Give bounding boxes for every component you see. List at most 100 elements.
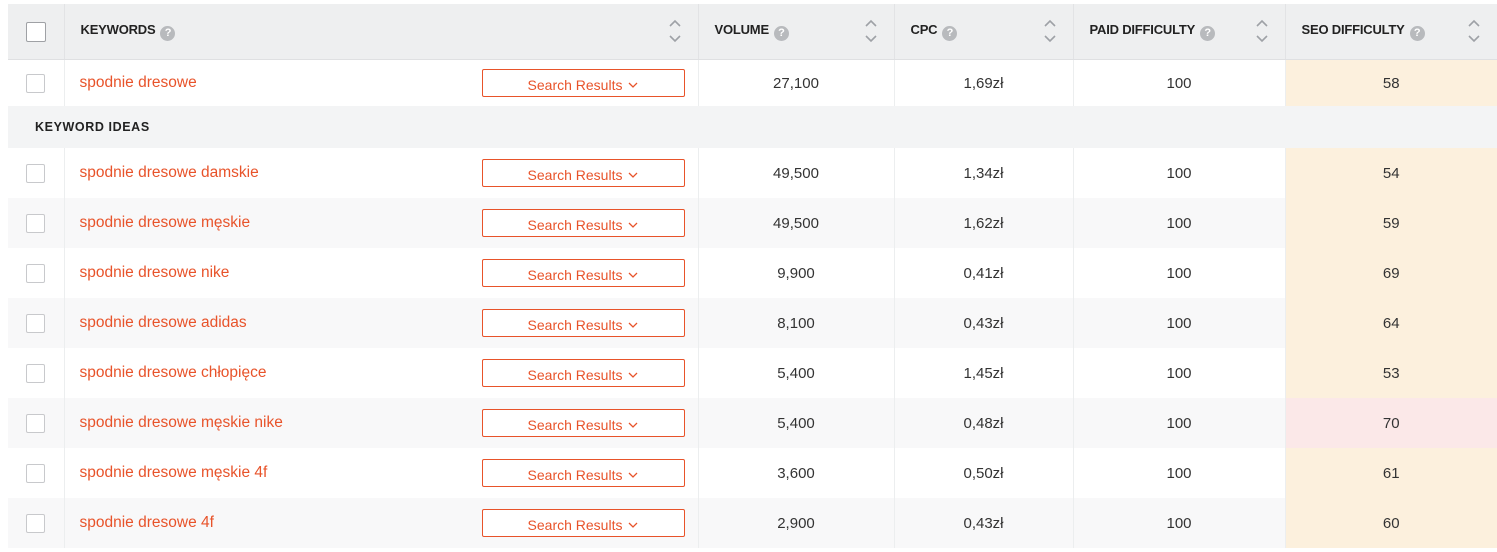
paid-difficulty-cell: 100 [1073, 298, 1286, 348]
volume-cell: 49,500 [698, 198, 895, 248]
column-header-keywords[interactable]: KEYWORDS? [64, 4, 699, 60]
keyword-cell: spodnie dresowe męskie 4f Search Results [64, 448, 699, 498]
keyword-link[interactable]: spodnie dresowe damskie [80, 164, 259, 182]
row-checkbox[interactable] [26, 463, 46, 483]
table-row: spodnie dresowe nike Search Results 9,900 0… [8, 248, 1497, 298]
row-checkbox-cell [8, 498, 65, 548]
keyword-link[interactable]: spodnie dresowe [80, 74, 197, 92]
paid-difficulty-cell: 100 [1073, 248, 1286, 298]
paid-difficulty-cell: 100 [1073, 148, 1286, 198]
search-results-button[interactable]: Search Results [481, 459, 685, 487]
paid-difficulty-cell: 100 [1073, 59, 1286, 106]
keyword-link[interactable]: spodnie dresowe męskie 4f [80, 464, 268, 482]
keyword-link[interactable]: spodnie dresowe chłopięce [80, 364, 267, 382]
select-all-checkbox[interactable] [25, 21, 46, 42]
keyword-cell: spodnie dresowe nike Search Results [64, 248, 699, 298]
search-results-label: Search Results [527, 467, 623, 483]
help-icon[interactable]: ? [1200, 26, 1216, 41]
keyword-link[interactable]: spodnie dresowe męskie nike [80, 414, 283, 432]
row-checkbox-cell [8, 398, 65, 448]
section-title: KEYWORD IDEAS [35, 120, 150, 134]
seo-difficulty-cell: 54 [1285, 148, 1497, 198]
keyword-table-container: KEYWORDS? VOLUME? CPC? PAID DIFFICULTY? … [8, 4, 1497, 548]
search-results-label: Search Results [527, 317, 623, 333]
row-checkbox[interactable] [26, 513, 46, 533]
column-label-keywords: KEYWORDS [80, 22, 156, 37]
sort-icon[interactable] [668, 18, 682, 44]
row-checkbox[interactable] [26, 413, 46, 433]
column-header-volume[interactable]: VOLUME? [698, 4, 895, 60]
volume-cell: 9,900 [698, 248, 895, 298]
search-results-button[interactable]: Search Results [481, 309, 685, 337]
keyword-cell: spodnie dresowe damskie Search Results [64, 148, 699, 198]
keyword-cell: spodnie dresowe męskie nike Search Result… [64, 398, 699, 448]
section-header: KEYWORD IDEAS [8, 106, 1497, 148]
keyword-link[interactable]: spodnie dresowe męskie [80, 214, 251, 232]
chevron-down-icon [628, 70, 638, 96]
help-icon[interactable]: ? [160, 26, 176, 41]
row-checkbox-cell [8, 148, 65, 198]
sort-icon[interactable] [864, 18, 878, 44]
row-checkbox[interactable] [26, 163, 46, 183]
sort-icon[interactable] [1467, 18, 1481, 44]
search-results-button[interactable]: Search Results [481, 69, 685, 97]
cpc-cell: 0,50zł [894, 448, 1074, 498]
cpc-cell: 1,62zł [894, 198, 1074, 248]
volume-cell: 3,600 [698, 448, 895, 498]
seo-difficulty-cell: 69 [1285, 248, 1497, 298]
cpc-cell: 1,69zł [894, 59, 1074, 106]
sort-icon[interactable] [1255, 18, 1269, 44]
keyword-cell: spodnie dresowe Search Results [64, 59, 699, 106]
chevron-down-icon [628, 360, 638, 386]
seo-difficulty-cell: 53 [1285, 348, 1497, 398]
keyword-link[interactable]: spodnie dresowe 4f [80, 514, 214, 532]
row-checkbox[interactable] [26, 313, 46, 333]
keyword-cell: spodnie dresowe chłopięce Search Results [64, 348, 699, 398]
seo-difficulty-cell: 70 [1285, 398, 1497, 448]
column-label-volume: VOLUME [714, 22, 770, 37]
table-row: spodnie dresowe męskie Search Results 49,5… [8, 198, 1497, 248]
row-checkbox[interactable] [26, 363, 46, 383]
help-icon[interactable]: ? [1409, 26, 1425, 41]
keyword-link[interactable]: spodnie dresowe adidas [80, 314, 247, 332]
seo-difficulty-cell: 60 [1285, 498, 1497, 548]
paid-difficulty-cell: 100 [1073, 448, 1286, 498]
paid-difficulty-cell: 100 [1073, 198, 1286, 248]
search-results-button[interactable]: Search Results [481, 159, 685, 187]
table-header-row: KEYWORDS? VOLUME? CPC? PAID DIFFICULTY? … [8, 4, 1497, 60]
search-results-button[interactable]: Search Results [481, 359, 685, 387]
row-checkbox-cell [8, 448, 65, 498]
row-checkbox[interactable] [26, 213, 46, 233]
seo-difficulty-cell: 58 [1285, 59, 1497, 106]
chevron-down-icon [628, 310, 638, 336]
table-row: spodnie dresowe 4f Search Results 2,900 0,4… [8, 498, 1497, 548]
search-results-label: Search Results [527, 167, 623, 183]
column-label-seo-difficulty: SEO DIFFICULTY [1301, 22, 1405, 37]
keyword-link[interactable]: spodnie dresowe nike [80, 264, 230, 282]
search-results-button[interactable]: Search Results [481, 509, 685, 537]
paid-difficulty-cell: 100 [1073, 498, 1286, 548]
search-results-label: Search Results [527, 217, 623, 233]
volume-cell: 8,100 [698, 298, 895, 348]
search-results-label: Search Results [527, 417, 623, 433]
help-icon[interactable]: ? [773, 26, 789, 41]
search-results-label: Search Results [527, 517, 623, 533]
chevron-down-icon [628, 410, 638, 436]
row-checkbox-cell [8, 348, 65, 398]
search-results-button[interactable]: Search Results [481, 209, 685, 237]
cpc-cell: 0,43zł [894, 298, 1074, 348]
column-header-cpc[interactable]: CPC? [894, 4, 1074, 60]
keyword-cell: spodnie dresowe adidas Search Results [64, 298, 699, 348]
sort-icon[interactable] [1043, 18, 1057, 44]
column-header-paid-difficulty[interactable]: PAID DIFFICULTY? [1073, 4, 1286, 60]
row-checkbox[interactable] [26, 73, 46, 93]
seo-difficulty-cell: 59 [1285, 198, 1497, 248]
row-checkbox-cell [8, 298, 65, 348]
search-results-button[interactable]: Search Results [481, 409, 685, 437]
help-icon[interactable]: ? [942, 26, 958, 41]
search-results-button[interactable]: Search Results [481, 259, 685, 287]
keyword-ideas-section-row: KEYWORD IDEAS [8, 106, 1497, 148]
volume-cell: 5,400 [698, 348, 895, 398]
row-checkbox[interactable] [26, 263, 46, 283]
column-header-seo-difficulty[interactable]: SEO DIFFICULTY? [1285, 4, 1497, 60]
